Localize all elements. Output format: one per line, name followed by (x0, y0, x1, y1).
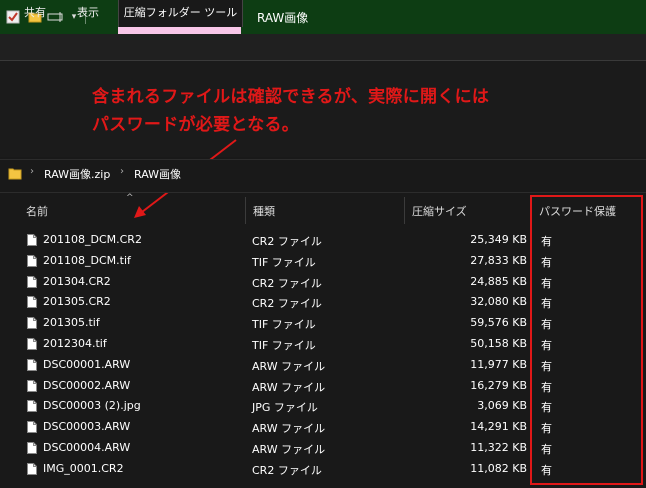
file-type: ARW ファイル (252, 443, 326, 456)
file-name: IMG_0001.CR2 (43, 462, 124, 475)
file-compressed-size: 11,082 KB (470, 462, 527, 475)
file-type: CR2 ファイル (252, 235, 322, 248)
breadcrumb-zip[interactable]: RAW画像.zip (44, 166, 110, 182)
file-compressed-size: 25,349 KB (470, 233, 527, 246)
file-compressed-size: 59,576 KB (470, 316, 527, 329)
file-name: DSC00003 (2).jpg (43, 399, 141, 412)
folder-icon (8, 166, 22, 181)
file-name: 201304.CR2 (43, 275, 111, 288)
column-divider[interactable] (245, 197, 246, 224)
file-icon (27, 296, 37, 308)
file-name: 2012304.tif (43, 337, 107, 350)
file-type: CR2 ファイル (252, 464, 322, 477)
column-header-compressed-size[interactable]: 圧縮サイズ (412, 203, 467, 219)
file-name: DSC00004.ARW (43, 441, 131, 454)
file-compressed-size: 11,322 KB (470, 441, 527, 454)
file-type: CR2 ファイル (252, 277, 322, 290)
file-type: JPG ファイル (252, 401, 318, 414)
column-divider[interactable] (404, 197, 405, 224)
column-header-name[interactable]: 名前 (26, 203, 48, 219)
file-type: ARW ファイル (252, 381, 326, 394)
file-compressed-size: 14,291 KB (470, 420, 527, 433)
file-compressed-size: 11,977 KB (470, 358, 527, 371)
file-compressed-size: 50,158 KB (470, 337, 527, 350)
file-icon (27, 234, 37, 246)
file-compressed-size: 24,885 KB (470, 275, 527, 288)
file-icon (27, 442, 37, 454)
breadcrumb-folder[interactable]: RAW画像 (134, 166, 181, 182)
file-name: 201108_DCM.CR2 (43, 233, 142, 246)
file-name: DSC00001.ARW (43, 358, 131, 371)
file-type: CR2 ファイル (252, 297, 322, 310)
file-icon (27, 317, 37, 329)
file-icon (27, 421, 37, 433)
file-icon (27, 255, 37, 267)
file-name: 201305.tif (43, 316, 100, 329)
file-type: TIF ファイル (252, 339, 316, 352)
file-icon (27, 359, 37, 371)
file-type: TIF ファイル (252, 318, 316, 331)
file-name: 201305.CR2 (43, 295, 111, 308)
file-type: TIF ファイル (252, 256, 316, 269)
file-type: ARW ファイル (252, 360, 326, 373)
file-name: 201108_DCM.tif (43, 254, 131, 267)
file-compressed-size: 3,069 KB (477, 399, 527, 412)
file-icon (27, 400, 37, 412)
file-name: DSC00002.ARW (43, 379, 131, 392)
sort-up-icon: ^ (126, 193, 134, 203)
chevron-right-icon: › (30, 166, 34, 177)
file-compressed-size: 16,279 KB (470, 379, 527, 392)
chevron-right-icon[interactable]: › (120, 166, 124, 177)
file-name: DSC00003.ARW (43, 420, 131, 433)
file-icon (27, 338, 37, 350)
file-icon (27, 463, 37, 475)
file-type: ARW ファイル (252, 422, 326, 435)
file-compressed-size: 27,833 KB (470, 254, 527, 267)
file-icon (27, 276, 37, 288)
file-icon (27, 380, 37, 392)
password-column-highlight (530, 195, 643, 485)
file-compressed-size: 32,080 KB (470, 295, 527, 308)
column-header-type[interactable]: 種類 (253, 203, 275, 219)
